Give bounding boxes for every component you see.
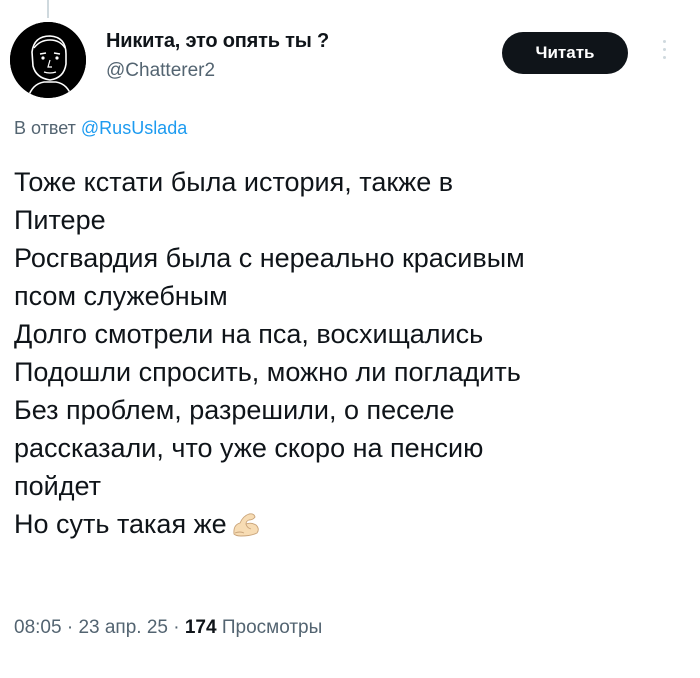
tweet-line: Питере xyxy=(14,205,106,235)
tweet-line: Долго смотрели на пса, восхищались xyxy=(14,319,484,349)
tweet-line: рассказали, что уже скоро на пенсию xyxy=(14,433,484,463)
tweet-meta: 08:05 · 23 апр. 25 · 174 Просмотры xyxy=(14,617,322,639)
tweet-line: пойдет xyxy=(14,471,101,501)
tweet-time[interactable]: 08:05 xyxy=(14,617,62,638)
author-handle[interactable]: @Chatterer2 xyxy=(106,60,215,82)
tweet-date[interactable]: 23 апр. 25 xyxy=(78,617,168,638)
tweet-line: Росгвардия была с нереально красивым xyxy=(14,243,525,273)
more-dot xyxy=(662,48,666,51)
avatar[interactable] xyxy=(10,22,86,98)
tweet-text: Тоже кстати была история, также в Питере… xyxy=(14,163,684,543)
more-dot xyxy=(662,56,666,59)
more-dot xyxy=(662,40,666,43)
tweet-line: Но суть такая же xyxy=(14,509,227,539)
tweet-line: псом служебным xyxy=(14,281,228,311)
views-count: 174 xyxy=(184,617,217,638)
reply-context: В ответ @RusUslada xyxy=(14,118,187,139)
meta-separator: · xyxy=(173,617,180,638)
tweet-line: Подошли спросить, можно ли погладить xyxy=(14,357,521,387)
tweet-line: Тоже кстати была история, также в xyxy=(14,167,454,197)
author-display-name[interactable]: Никита, это опять ты ? xyxy=(106,30,329,53)
avatar-portrait-icon xyxy=(10,22,86,98)
tweet-last-line: Но суть такая же xyxy=(14,505,684,543)
reply-prefix: В ответ xyxy=(14,118,76,138)
reply-mention-link[interactable]: @RusUslada xyxy=(81,118,187,138)
tweet-line: Без проблем, разрешили, о песеле xyxy=(14,395,455,425)
meta-separator: · xyxy=(66,617,74,638)
thread-connector-line xyxy=(47,0,49,18)
views-label: Просмотры xyxy=(221,617,323,638)
read-button[interactable]: Читать xyxy=(502,32,628,74)
more-vertical-icon[interactable] xyxy=(660,40,668,68)
flexed-biceps-icon xyxy=(233,513,259,537)
